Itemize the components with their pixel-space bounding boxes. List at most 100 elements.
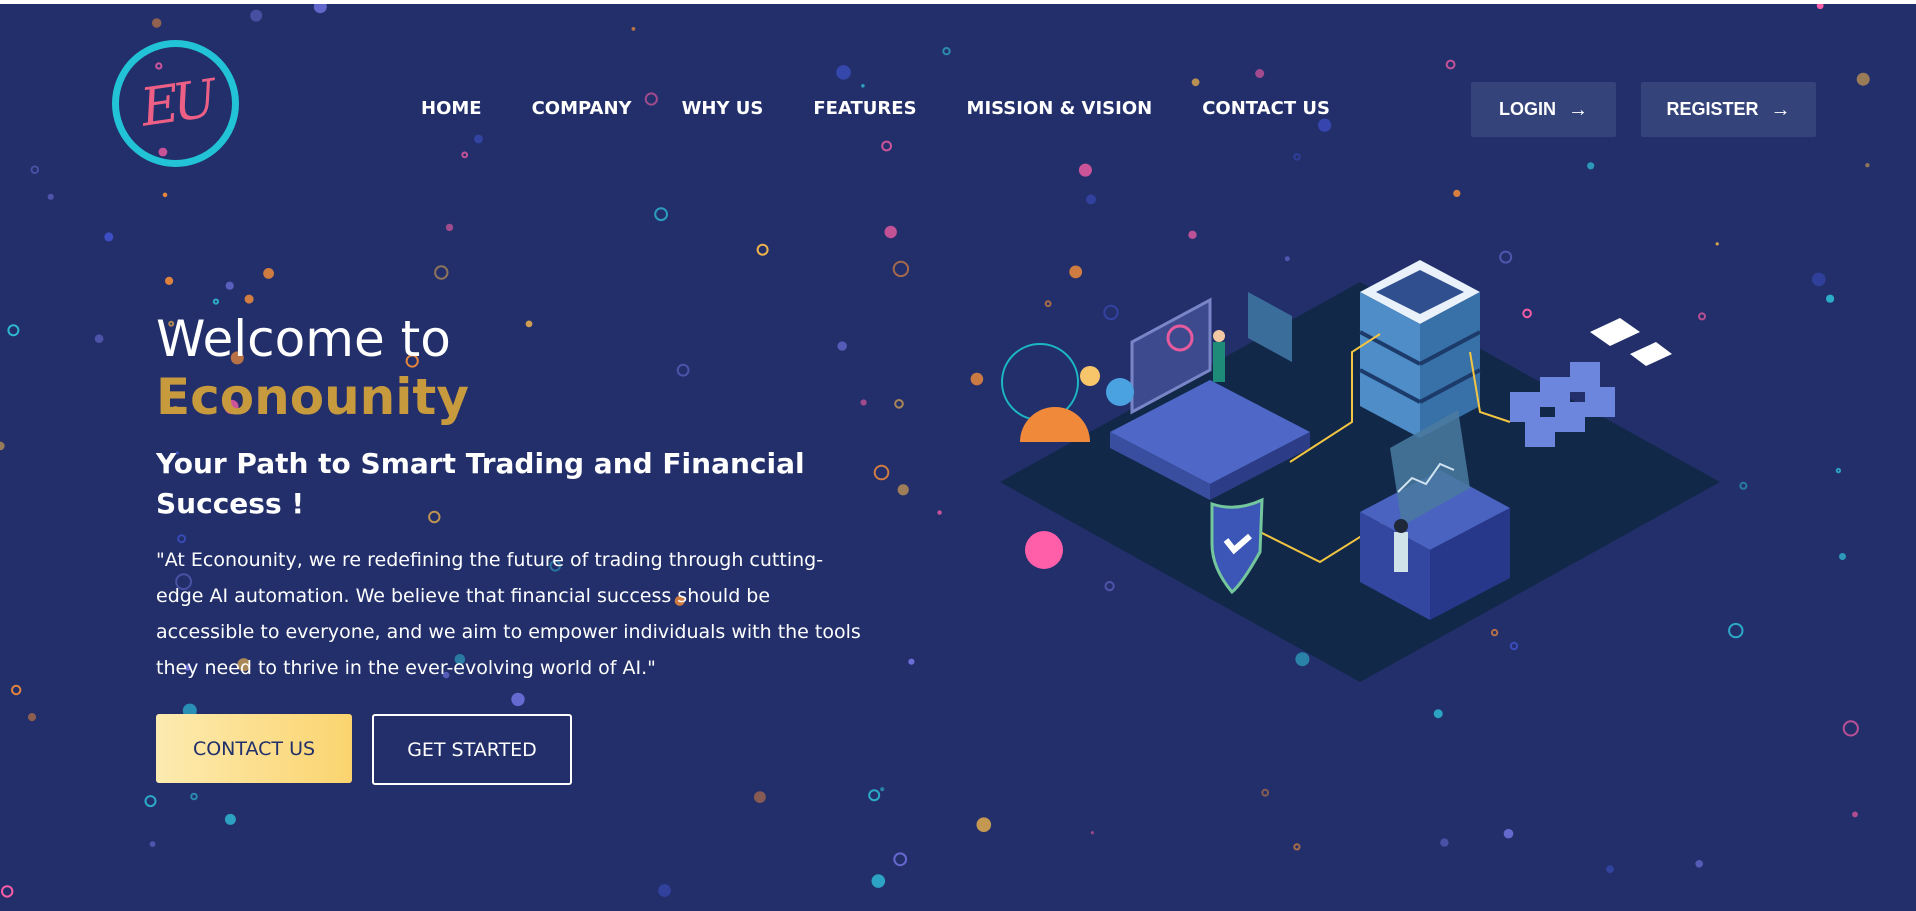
particle — [30, 165, 40, 174]
particle — [7, 324, 20, 337]
particle — [1835, 467, 1842, 474]
isometric-illustration — [1000, 260, 1720, 682]
particle — [873, 464, 890, 481]
particle — [1503, 828, 1514, 839]
particle — [11, 684, 22, 696]
particle — [868, 789, 881, 802]
particle — [892, 260, 910, 278]
site-logo[interactable]: EU — [112, 40, 239, 167]
particle — [190, 792, 198, 801]
arrow-right-icon: → — [1770, 98, 1791, 121]
particle — [1826, 294, 1835, 303]
hero-description: "At Econounity, we re redefining the fut… — [156, 549, 861, 679]
particle — [836, 65, 851, 80]
particle — [1255, 69, 1265, 78]
particle — [212, 298, 219, 305]
particle — [942, 47, 951, 56]
hero-brand-name: Econounity — [156, 368, 469, 426]
particle — [244, 294, 254, 304]
particle — [149, 841, 156, 847]
contact-us-button[interactable]: CONTACT US — [156, 714, 352, 783]
register-button[interactable]: REGISTER → — [1641, 82, 1816, 137]
check-badge-icon — [1106, 378, 1134, 406]
logo-text: EU — [136, 68, 215, 139]
particle — [1587, 162, 1595, 170]
particle — [1606, 865, 1614, 874]
hero-welcome: Welcome to — [156, 310, 451, 368]
particle — [1739, 481, 1748, 490]
particle — [1816, 4, 1824, 10]
login-button[interactable]: LOGIN → — [1471, 82, 1616, 137]
particle — [1695, 860, 1703, 868]
particle — [144, 795, 157, 808]
particle — [1445, 59, 1456, 70]
particle — [434, 265, 449, 280]
particle — [162, 192, 168, 198]
particle — [1812, 272, 1826, 287]
nav-company[interactable]: COMPANY — [532, 98, 632, 119]
login-label: LOGIN — [1499, 99, 1556, 119]
particle — [1839, 553, 1846, 560]
particle — [976, 817, 992, 832]
particle — [654, 207, 668, 222]
particle — [225, 281, 234, 290]
arrow-right-icon: → — [1568, 98, 1588, 121]
particle — [461, 151, 469, 159]
particle — [881, 140, 892, 152]
particle — [1191, 78, 1200, 87]
particle — [1852, 811, 1858, 818]
particle — [756, 243, 769, 256]
particle — [676, 363, 690, 377]
particle — [893, 852, 908, 867]
particle — [1261, 788, 1270, 797]
nav-home[interactable]: HOME — [421, 98, 482, 119]
particle — [0, 441, 5, 451]
particle — [27, 713, 37, 722]
particle — [263, 268, 274, 279]
particle — [224, 813, 236, 825]
particle — [165, 276, 174, 285]
particle — [1856, 72, 1870, 86]
particle — [313, 4, 327, 14]
nav-why-us[interactable]: WHY US — [682, 98, 764, 119]
particle — [1293, 843, 1301, 851]
particle — [897, 484, 909, 496]
particle — [837, 341, 847, 351]
particle — [884, 225, 897, 239]
register-label: REGISTER — [1666, 99, 1759, 119]
hero-tagline: Your Path to Smart Trading and Financial… — [156, 447, 805, 520]
particle — [894, 399, 904, 409]
particle — [860, 399, 867, 406]
particle — [525, 320, 533, 328]
get-started-button[interactable]: GET STARTED — [372, 714, 572, 785]
particle — [250, 9, 263, 22]
particle — [94, 334, 104, 344]
particle — [1293, 153, 1301, 161]
particle — [1440, 838, 1449, 847]
illustration-ring — [1001, 343, 1079, 421]
nav-contact-us[interactable]: CONTACT US — [1202, 98, 1330, 119]
nav-features[interactable]: FEATURES — [813, 98, 916, 119]
particle — [658, 884, 671, 897]
particle — [631, 27, 636, 31]
particle — [1078, 163, 1092, 177]
particle — [937, 510, 942, 515]
particle — [47, 193, 54, 200]
main-nav: HOME COMPANY WHY US FEATURES MISSION & V… — [421, 98, 1380, 119]
particle — [861, 84, 865, 88]
particle — [511, 692, 525, 707]
particle — [1318, 118, 1332, 132]
particle — [1, 885, 14, 898]
particle — [754, 791, 766, 803]
particle — [1453, 189, 1461, 197]
particle — [152, 18, 162, 28]
particle — [880, 787, 885, 792]
particle — [104, 232, 114, 242]
particle — [1188, 230, 1197, 239]
particle — [1865, 163, 1870, 168]
nav-mission-vision[interactable]: MISSION & VISION — [967, 98, 1153, 119]
particle — [1090, 831, 1094, 835]
particle — [1086, 194, 1096, 205]
particle — [908, 658, 915, 665]
particle — [445, 223, 454, 232]
